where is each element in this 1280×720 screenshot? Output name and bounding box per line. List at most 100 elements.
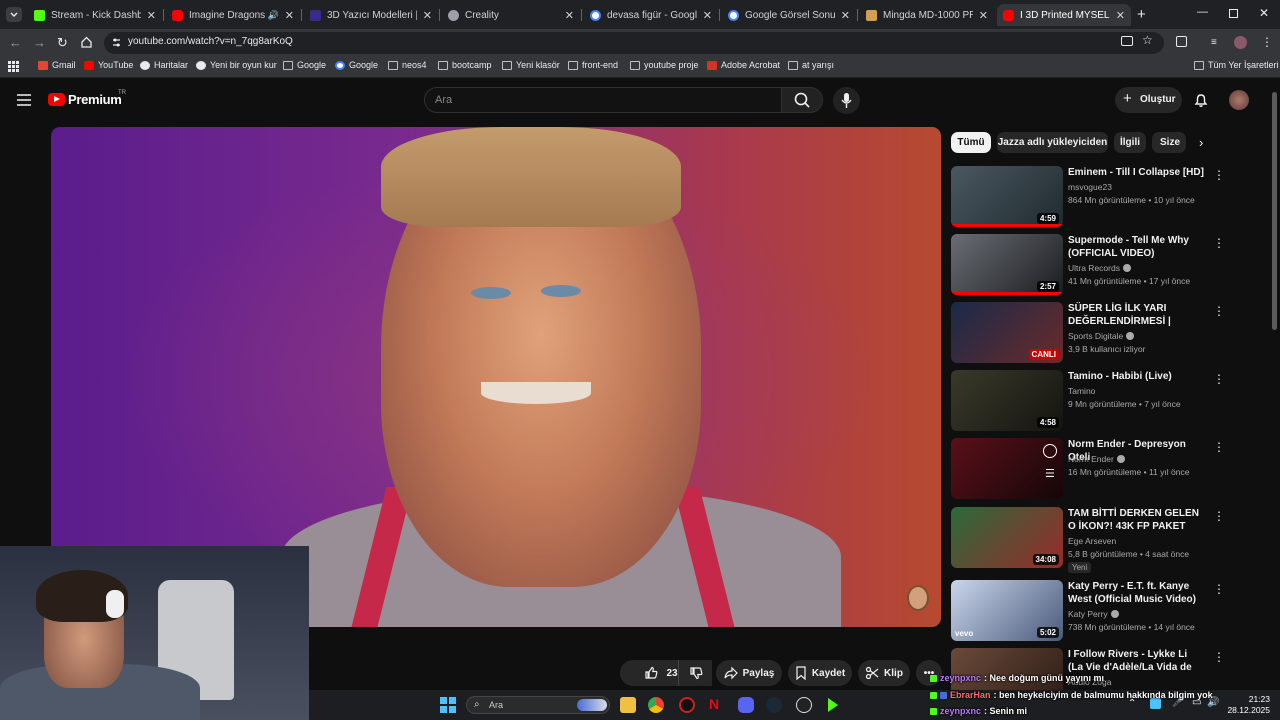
rec-item[interactable]: ☰ Norm Ender - Depresyon Oteli Norm Ende… — [951, 438, 1225, 502]
chrome-icon[interactable] — [648, 697, 664, 713]
file-explorer-icon[interactable] — [620, 697, 636, 713]
rec-item[interactable]: 34:08 TAM BİTTİ DERKEN GELEN O İKON?! 43… — [951, 507, 1225, 573]
rec-item[interactable]: vevo 5:02 Katy Perry - E.T. ft. Kanye We… — [951, 580, 1225, 644]
tab-creality[interactable]: Creality ✕ — [442, 4, 580, 26]
speaker-icon[interactable]: 🔊 — [268, 10, 279, 21]
bookmark-gmail[interactable]: Gmail — [38, 60, 76, 70]
rec-item[interactable]: 2:57 Supermode - Tell Me Why (OFFICIAL V… — [951, 234, 1225, 298]
notifications-bell-icon[interactable] — [1193, 92, 1209, 108]
site-info-icon[interactable] — [111, 37, 122, 48]
close-icon[interactable]: ✕ — [285, 9, 294, 22]
bookmark-new-game[interactable]: Yeni bir oyun kur — [196, 60, 277, 70]
url-text[interactable]: youtube.com/watch?v=n_7qg8arKoQ — [128, 36, 293, 47]
rec-thumbnail[interactable]: 2:57 — [951, 234, 1063, 295]
back-button[interactable]: ← — [9, 35, 22, 50]
chip-all[interactable]: Tümü — [951, 132, 991, 153]
windows-start-icon[interactable] — [440, 697, 456, 713]
rec-item[interactable]: 4:58 Tamino - Habibi (Live) Tamino 9 Mn … — [951, 370, 1225, 434]
media-control-icon[interactable]: ≡ — [1211, 37, 1217, 48]
more-vert-icon[interactable]: ⋮ — [1213, 304, 1225, 318]
bookmark-folder-neos4[interactable]: neos4 — [388, 60, 427, 70]
tab-active-video[interactable]: I 3D Printed MYSELF (and ✕ — [997, 4, 1131, 26]
close-icon[interactable]: ✕ — [147, 9, 156, 22]
more-vert-icon[interactable]: ⋮ — [1213, 236, 1225, 250]
chip-from-uploader[interactable]: Jazza adlı yükleyiciden — [997, 132, 1108, 153]
bookmark-folder-google[interactable]: Google — [283, 60, 326, 70]
bookmark-folder-frontend[interactable]: front-end — [568, 60, 618, 70]
dislike-button[interactable] — [678, 660, 712, 686]
home-button[interactable] — [80, 35, 93, 48]
bookmark-acrobat[interactable]: Adobe Acrobat — [707, 60, 780, 70]
cast-icon[interactable] — [1121, 36, 1133, 46]
tab-google-search[interactable]: devasa figür - Google'da ✕ — [584, 4, 718, 26]
add-to-queue-icon[interactable]: ☰ — [1045, 467, 1055, 480]
apps-icon[interactable] — [8, 61, 19, 72]
reload-button[interactable]: ↻ — [57, 35, 68, 51]
channel-watermark-icon[interactable] — [907, 585, 929, 611]
tab-3d-yazici[interactable]: 3D Yazıcı Modelleri | FDM ✕ — [304, 4, 438, 26]
bookmark-youtube[interactable]: YouTube — [84, 60, 133, 70]
rec-thumbnail[interactable]: CANLI — [951, 302, 1063, 363]
rec-thumbnail[interactable] — [951, 648, 1063, 690]
close-icon[interactable]: ✕ — [1116, 9, 1125, 22]
rec-thumbnail[interactable]: ☰ — [951, 438, 1063, 499]
kick-app-icon[interactable] — [826, 697, 840, 713]
chevron-right-icon[interactable]: › — [1199, 135, 1203, 150]
maximize-button[interactable] — [1229, 9, 1238, 18]
more-vert-icon[interactable]: ⋮ — [1213, 168, 1225, 182]
voice-search-button[interactable] — [833, 87, 860, 114]
youtube-logo-icon[interactable] — [48, 93, 65, 106]
tab-mingda[interactable]: Mingda MD-1000 PRO Er ✕ — [860, 4, 994, 26]
save-button[interactable]: Kaydet — [788, 660, 852, 686]
chip-related[interactable]: İlgili — [1114, 132, 1146, 153]
clip-button[interactable]: Klip — [858, 660, 910, 686]
watch-later-icon[interactable] — [1043, 444, 1057, 458]
close-icon[interactable]: ✕ — [423, 9, 432, 22]
rec-thumbnail[interactable]: 4:59 — [951, 166, 1063, 227]
more-vert-icon[interactable]: ⋮ — [1213, 440, 1225, 454]
steam-icon[interactable] — [766, 697, 782, 713]
taskbar-search[interactable]: ⌕ Ara — [466, 696, 610, 714]
discord-icon[interactable] — [738, 697, 754, 713]
bookmark-folder-ytproje[interactable]: youtube proje — [630, 60, 699, 70]
page-scrollbar[interactable] — [1272, 92, 1277, 330]
rec-thumbnail[interactable]: 4:58 — [951, 370, 1063, 431]
extensions-icon[interactable] — [1176, 36, 1187, 47]
more-vert-icon[interactable]: ⋮ — [1213, 372, 1225, 386]
close-icon[interactable]: ✕ — [979, 9, 988, 22]
close-icon[interactable]: ✕ — [841, 9, 850, 22]
netflix-icon[interactable]: N — [709, 696, 719, 712]
rec-item[interactable]: CANLI SÜPER LİG İLK YARI DEĞERLENDİRMESİ… — [951, 302, 1225, 366]
chip-for-you[interactable]: Size — [1152, 132, 1186, 153]
more-vert-icon[interactable]: ⋮ — [1213, 509, 1225, 523]
bookmark-all[interactable]: Tüm Yer İşaretleri — [1194, 60, 1279, 70]
close-icon[interactable]: ✕ — [703, 9, 712, 22]
rec-item[interactable]: 4:59 Eminem - Till I Collapse [HD] msvog… — [951, 166, 1225, 230]
bookmark-maps[interactable]: Haritalar — [140, 60, 188, 70]
tab-google-images[interactable]: Google Görsel Sonucu ✕ — [722, 4, 856, 26]
user-avatar[interactable] — [1229, 90, 1249, 110]
bookmark-google[interactable]: Google — [335, 60, 378, 70]
rec-thumbnail[interactable]: 34:08 — [951, 507, 1063, 568]
tab-kick-dashboard[interactable]: Stream - Kick Dashboard ✕ — [28, 4, 162, 26]
tab-search-button[interactable] — [6, 7, 22, 22]
clock-date[interactable]: 28.12.2025 — [1227, 705, 1270, 715]
window-close-button[interactable]: ✕ — [1259, 6, 1269, 20]
share-button[interactable]: Paylaş — [716, 660, 782, 686]
bookmark-folder-bootcamp[interactable]: bootcamp — [438, 60, 492, 70]
chrome-menu-icon[interactable]: ⋮ — [1261, 35, 1273, 49]
bookmark-folder-atyarisi[interactable]: at yarışı — [788, 60, 834, 70]
new-tab-button[interactable]: + — [1137, 6, 1146, 23]
tab-imagine-dragons[interactable]: Imagine Dragons - Be 🔊 ✕ — [166, 4, 300, 26]
obs-icon[interactable] — [796, 697, 812, 713]
hamburger-menu-icon[interactable] — [17, 94, 31, 106]
clock-time[interactable]: 21:23 — [1246, 694, 1270, 704]
youtube-premium-text[interactable]: Premium — [68, 92, 122, 107]
more-vert-icon[interactable]: ⋮ — [1213, 650, 1221, 664]
minimize-button[interactable]: — — [1197, 6, 1208, 18]
create-button[interactable]: + Oluştur — [1115, 87, 1182, 113]
bookmark-folder-yeni[interactable]: Yeni klasör — [502, 60, 560, 70]
yt-search-button[interactable] — [781, 87, 823, 113]
rec-thumbnail[interactable]: vevo 5:02 — [951, 580, 1063, 641]
app-icon[interactable] — [679, 697, 695, 713]
